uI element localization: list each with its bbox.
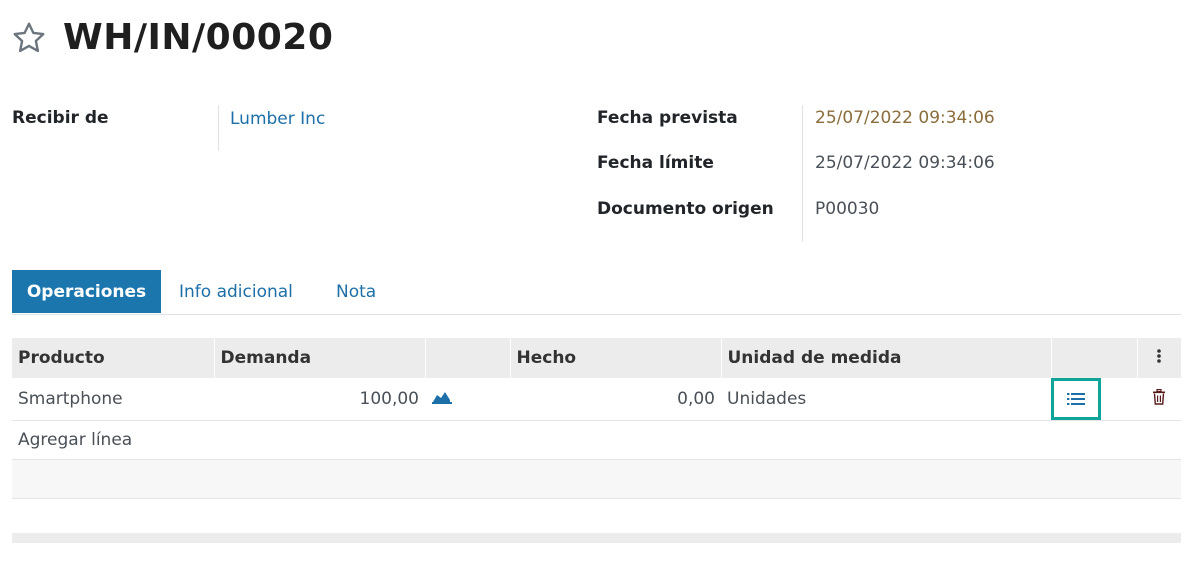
area-chart-icon[interactable] bbox=[431, 389, 453, 405]
tab-nota[interactable]: Nota bbox=[336, 282, 376, 302]
add-line-link[interactable]: Agregar línea bbox=[12, 420, 1181, 460]
column-header-done[interactable]: Hecho bbox=[510, 338, 722, 378]
tabs-divider bbox=[12, 314, 1181, 315]
table-footer bbox=[12, 533, 1181, 543]
empty-row bbox=[12, 459, 1181, 499]
delete-cell bbox=[1137, 378, 1181, 421]
optional-columns-toggle[interactable] bbox=[1137, 338, 1182, 378]
detailed-operations-button[interactable] bbox=[1051, 378, 1101, 420]
list-icon bbox=[1067, 393, 1085, 405]
product-cell[interactable]: Smartphone bbox=[12, 378, 214, 421]
done-cell[interactable]: 0,00 bbox=[510, 378, 721, 421]
add-line-row: Agregar línea bbox=[12, 420, 1181, 460]
column-header-uom[interactable]: Unidad de medida bbox=[721, 338, 1052, 378]
field-separator bbox=[802, 105, 803, 242]
uom-cell[interactable]: Unidades bbox=[721, 378, 1051, 421]
tab-info-adicional[interactable]: Info adicional bbox=[179, 282, 293, 302]
deadline-label: Fecha límite bbox=[597, 153, 714, 173]
column-header-product[interactable]: Producto bbox=[12, 338, 215, 378]
star-icon[interactable] bbox=[11, 20, 47, 56]
column-header-demand[interactable]: Demanda bbox=[214, 338, 426, 378]
trash-icon[interactable] bbox=[1152, 388, 1166, 405]
table-row[interactable]: Smartphone 100,00 0,00 Unidades bbox=[12, 378, 1181, 421]
field-separator bbox=[218, 105, 219, 151]
table-header-row: Producto Demanda Hecho Unidad de medida bbox=[12, 338, 1182, 378]
column-header-forecast bbox=[425, 338, 511, 378]
page-title: WH/IN/00020 bbox=[63, 17, 334, 58]
demand-cell[interactable]: 100,00 bbox=[214, 378, 425, 421]
operations-table: Producto Demanda Hecho Unidad de medida … bbox=[12, 338, 1182, 499]
tab-operaciones[interactable]: Operaciones bbox=[12, 270, 161, 313]
details-cell bbox=[1051, 378, 1137, 421]
column-header-details bbox=[1051, 338, 1138, 378]
receive-from-value[interactable]: Lumber Inc bbox=[230, 109, 325, 129]
kebab-menu-icon[interactable] bbox=[1156, 347, 1162, 365]
scheduled-date-value[interactable]: 25/07/2022 09:34:06 bbox=[815, 108, 995, 128]
source-document-value[interactable]: P00030 bbox=[815, 199, 879, 219]
forecast-cell bbox=[425, 378, 510, 421]
receive-from-label: Recibir de bbox=[12, 108, 109, 128]
source-document-label: Documento origen bbox=[597, 199, 774, 219]
scheduled-date-label: Fecha prevista bbox=[597, 108, 738, 128]
deadline-value[interactable]: 25/07/2022 09:34:06 bbox=[815, 153, 995, 173]
